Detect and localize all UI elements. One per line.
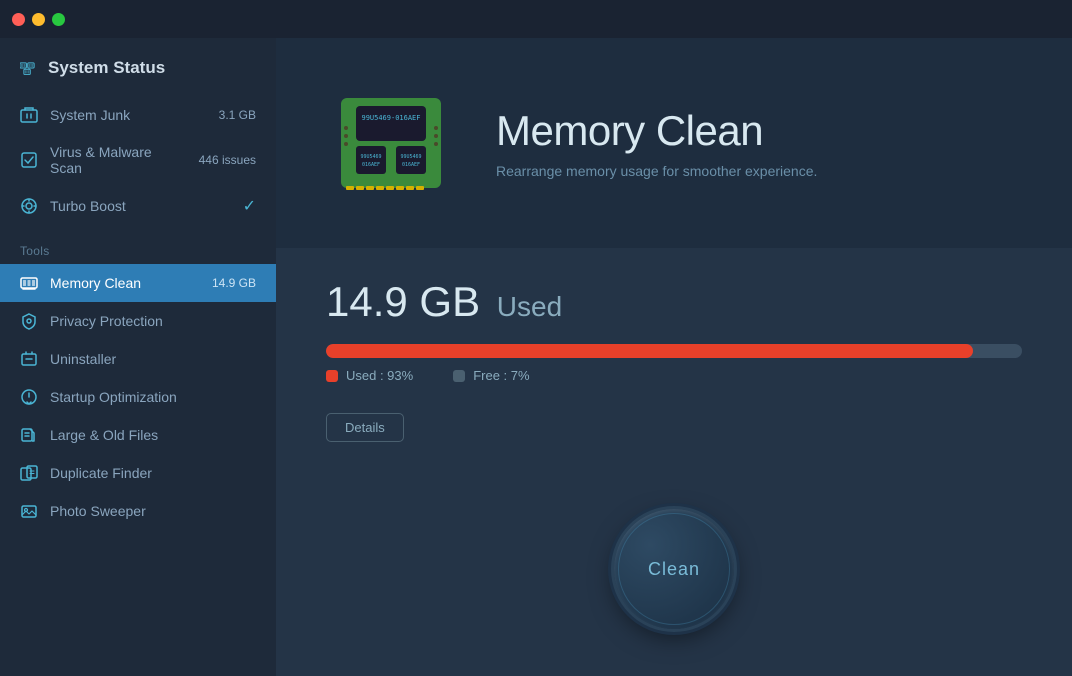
sidebar-item-system-junk-badge: 3.1 GB	[219, 108, 256, 122]
hero-text: Memory Clean Rearrange memory usage for …	[496, 107, 817, 179]
sidebar-item-uninstaller[interactable]: Uninstaller	[0, 340, 276, 378]
tools-label: Tools	[0, 226, 276, 264]
memory-clean-icon	[20, 274, 38, 292]
sidebar-header-title: System Status	[48, 58, 165, 78]
sidebar-item-large-files-label: Large & Old Files	[50, 427, 256, 443]
sidebar-item-large-old-files[interactable]: Large & Old Files	[0, 416, 276, 454]
traffic-lights	[12, 13, 65, 26]
memory-legend: Used : 93% Free : 7%	[326, 368, 1022, 383]
stats-section: 14.9 GB Used Used : 93% Free : 7%	[276, 248, 1072, 403]
legend-free: Free : 7%	[453, 368, 529, 383]
legend-used: Used : 93%	[326, 368, 413, 383]
details-button[interactable]: Details	[326, 413, 404, 442]
memory-used-label: Used	[497, 291, 562, 322]
memory-used-display: 14.9 GB Used	[326, 278, 1022, 326]
large-files-icon	[20, 426, 38, 444]
memory-progress-bar	[326, 344, 1022, 358]
virus-scan-icon	[20, 151, 38, 169]
sidebar-item-virus-badge: 446 issues	[199, 153, 256, 167]
uninstaller-icon	[20, 350, 38, 368]
svg-text:99U5469: 99U5469	[360, 154, 381, 160]
sidebar-item-virus-malware[interactable]: Virus & Malware Scan 446 issues	[0, 134, 276, 186]
sidebar-item-startup-label: Startup Optimization	[50, 389, 256, 405]
title-bar	[0, 0, 1072, 38]
legend-used-dot	[326, 370, 338, 382]
turbo-boost-check: ✓	[243, 196, 256, 216]
sidebar-item-uninstaller-label: Uninstaller	[50, 351, 256, 367]
hero-subtitle: Rearrange memory usage for smoother expe…	[496, 163, 817, 179]
memory-used-value: 14.9	[326, 278, 408, 325]
legend-free-label: Free : 7%	[473, 368, 529, 383]
sidebar-item-virus-label: Virus & Malware Scan	[50, 144, 187, 176]
sidebar: System Status System Junk 3.1 GB	[0, 38, 276, 676]
sidebar-item-duplicate-finder[interactable]: Duplicate Finder	[0, 454, 276, 492]
duplicate-icon	[20, 464, 38, 482]
startup-icon	[20, 388, 38, 406]
photo-sweeper-icon	[20, 502, 38, 520]
legend-free-dot	[453, 370, 465, 382]
sidebar-item-turbo-label: Turbo Boost	[50, 198, 231, 214]
sidebar-item-system-junk[interactable]: System Junk 3.1 GB	[0, 96, 276, 134]
details-section: Details	[276, 403, 1072, 462]
sidebar-item-duplicate-label: Duplicate Finder	[50, 465, 256, 481]
sidebar-item-privacy-label: Privacy Protection	[50, 313, 256, 329]
memory-chip-image: 99U5469-016AEF 99U5469 016AEF 99U5469 01…	[326, 78, 456, 208]
close-button[interactable]	[12, 13, 25, 26]
sidebar-item-system-junk-label: System Junk	[50, 107, 207, 123]
minimize-button[interactable]	[32, 13, 45, 26]
sidebar-item-privacy-protection[interactable]: Privacy Protection	[0, 302, 276, 340]
main-content: 99U5469-016AEF 99U5469 016AEF 99U5469 01…	[276, 38, 1072, 676]
sidebar-item-memory-clean-badge: 14.9 GB	[212, 276, 256, 290]
system-status-icon	[20, 59, 38, 77]
clean-button-label: Clean	[648, 559, 700, 580]
turbo-boost-icon	[20, 197, 38, 215]
system-junk-icon	[20, 106, 38, 124]
sidebar-item-turbo-boost[interactable]: Turbo Boost ✓	[0, 186, 276, 226]
maximize-button[interactable]	[52, 13, 65, 26]
hero-title: Memory Clean	[496, 107, 817, 155]
privacy-icon	[20, 312, 38, 330]
svg-text:99U5469-016AEF: 99U5469-016AEF	[361, 114, 420, 122]
memory-progress-fill	[326, 344, 973, 358]
svg-text:99U5469: 99U5469	[400, 154, 421, 160]
clean-section: Clean	[276, 462, 1072, 676]
legend-used-label: Used : 93%	[346, 368, 413, 383]
hero-icon-container: 99U5469-016AEF 99U5469 016AEF 99U5469 01…	[326, 78, 456, 208]
svg-text:016AEF: 016AEF	[402, 162, 420, 168]
sidebar-item-photo-sweeper[interactable]: Photo Sweeper	[0, 492, 276, 530]
sidebar-item-memory-clean[interactable]: Memory Clean 14.9 GB	[0, 264, 276, 302]
svg-text:016AEF: 016AEF	[362, 162, 380, 168]
sidebar-item-startup-optimization[interactable]: Startup Optimization	[0, 378, 276, 416]
clean-button[interactable]: Clean	[614, 509, 734, 629]
app-body: System Status System Junk 3.1 GB	[0, 38, 1072, 676]
sidebar-header: System Status	[0, 38, 276, 96]
hero-section: 99U5469-016AEF 99U5469 016AEF 99U5469 01…	[276, 38, 1072, 248]
memory-used-unit: GB	[419, 278, 480, 325]
sidebar-item-photo-sweeper-label: Photo Sweeper	[50, 503, 256, 519]
sidebar-item-memory-clean-label: Memory Clean	[50, 275, 200, 291]
